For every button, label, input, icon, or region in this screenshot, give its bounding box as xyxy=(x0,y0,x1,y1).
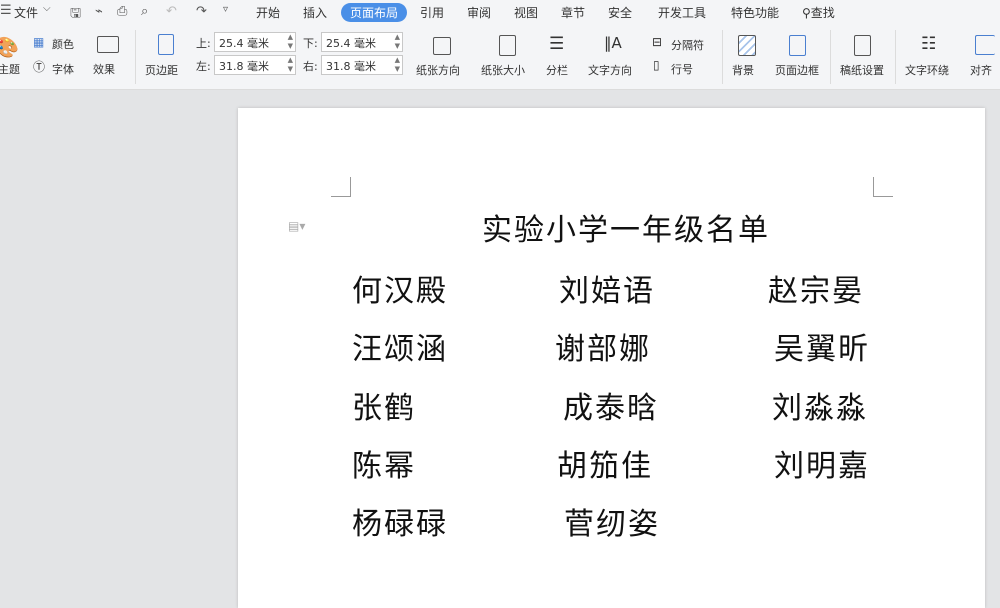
name: 谢部娜 xyxy=(555,332,651,367)
name: 吴翼昕 xyxy=(774,332,870,367)
menu-bar: ☰ 文件 ⌵ 🖫 ⌁ ⎙ ⌕ ↶ ↷ ▿ 开始 插入 页面布局 引用 审阅 视图… xyxy=(0,0,1000,24)
font-button[interactable]: 字体 xyxy=(52,61,74,77)
align-button[interactable]: 对齐 xyxy=(970,62,992,78)
paragraph-handle-icon[interactable]: ▤▾ xyxy=(288,219,305,233)
background-button[interactable]: 背景 xyxy=(732,62,754,78)
name: 张鹤 xyxy=(352,391,416,426)
paper-size-icon xyxy=(499,35,516,56)
breaks-icon: ⊟ xyxy=(652,35,663,49)
margin-mark xyxy=(331,177,351,197)
right-margin-label: 右: xyxy=(303,60,318,73)
redo-icon[interactable]: ↷ xyxy=(196,4,207,19)
menu-icon[interactable]: ☰ xyxy=(0,3,12,18)
divider xyxy=(722,30,723,84)
undo-icon[interactable]: ↶ xyxy=(166,4,177,19)
margin-mark xyxy=(873,177,893,197)
name: 刘淼淼 xyxy=(772,391,868,426)
line-numbers-button[interactable]: 行号 xyxy=(671,61,693,77)
page-border-icon xyxy=(789,35,806,56)
name: 胡笳佳 xyxy=(557,449,653,484)
paper-size-button[interactable]: 纸张大小 xyxy=(481,62,525,78)
tab-page-layout[interactable]: 页面布局 xyxy=(341,3,408,22)
theme-button[interactable]: 主题 xyxy=(0,61,20,77)
save-icon[interactable]: 🖫 xyxy=(70,4,81,26)
format-painter-icon[interactable]: ⌁ xyxy=(95,4,103,19)
tab-insert[interactable]: 插入 xyxy=(303,4,327,21)
right-margin-value: 31.8 毫米 xyxy=(326,60,376,73)
columns-button[interactable]: 分栏 xyxy=(546,62,568,78)
manuscript-icon xyxy=(854,35,871,56)
tab-section[interactable]: 章节 xyxy=(561,4,585,21)
name: 汪颂涵 xyxy=(352,332,448,367)
tab-home[interactable]: 开始 xyxy=(256,4,280,21)
columns-icon: ☰ xyxy=(549,34,565,54)
tab-special[interactable]: 特色功能 xyxy=(731,4,779,21)
page-border-button[interactable]: 页面边框 xyxy=(775,62,819,78)
top-margin-label: 上: xyxy=(196,37,211,50)
bottom-margin-value: 25.4 毫米 xyxy=(326,37,376,50)
tab-review[interactable]: 审阅 xyxy=(467,4,491,21)
left-margin-value: 31.8 毫米 xyxy=(219,60,269,73)
bottom-margin-input[interactable]: 25.4 毫米 ▲ ▼ xyxy=(321,32,403,52)
theme-icon[interactable]: 🎨 xyxy=(0,35,19,59)
breaks-button[interactable]: 分隔符 xyxy=(671,37,704,53)
name: 刘婄语 xyxy=(559,274,655,309)
color-icon: ▦ xyxy=(33,35,45,49)
effect-icon xyxy=(97,36,119,53)
name: 赵宗晏 xyxy=(768,274,864,309)
margins-icon xyxy=(158,34,174,55)
divider xyxy=(895,30,896,84)
divider xyxy=(830,30,831,84)
line-numbers-icon: ▯ xyxy=(653,58,660,72)
spinner[interactable]: ▲ ▼ xyxy=(395,33,400,51)
ribbon xyxy=(0,24,1000,90)
bottom-margin-label: 下: xyxy=(303,37,318,50)
name: 何汉殿 xyxy=(352,274,448,309)
align-icon xyxy=(975,35,995,55)
color-button[interactable]: 颜色 xyxy=(52,36,74,52)
effect-button[interactable]: 效果 xyxy=(93,61,115,77)
font-icon: Ⓣ xyxy=(33,60,46,74)
spinner[interactable]: ▲ ▼ xyxy=(288,56,293,74)
tab-security[interactable]: 安全 xyxy=(608,4,632,21)
spinner[interactable]: ▲ ▼ xyxy=(395,56,400,74)
spinner[interactable]: ▲ ▼ xyxy=(288,33,293,51)
chevron-down-icon[interactable]: ⌵ xyxy=(43,3,51,14)
file-menu[interactable]: 文件 xyxy=(14,4,38,21)
print-preview-icon[interactable]: ⌕ xyxy=(141,4,148,19)
name: 陈幂 xyxy=(352,449,416,484)
name: 成泰晗 xyxy=(563,391,659,426)
tab-view[interactable]: 视图 xyxy=(514,4,538,21)
name: 杨碌碌 xyxy=(352,507,448,542)
orientation-button[interactable]: 纸张方向 xyxy=(416,62,460,78)
tab-developer[interactable]: 开发工具 xyxy=(658,4,706,21)
margins-button[interactable]: 页边距 xyxy=(145,62,178,78)
divider xyxy=(135,30,136,84)
right-margin-input[interactable]: 31.8 毫米 ▲ ▼ xyxy=(321,55,403,75)
print-icon[interactable]: ⎙ xyxy=(117,4,127,19)
background-icon xyxy=(738,35,756,56)
top-margin-value: 25.4 毫米 xyxy=(219,37,269,50)
left-margin-label: 左: xyxy=(196,60,211,73)
orientation-icon xyxy=(433,37,451,55)
manuscript-button[interactable]: 稿纸设置 xyxy=(840,62,884,78)
text-direction-icon: ‖A xyxy=(604,34,622,52)
top-margin-input[interactable]: 25.4 毫米 ▲ ▼ xyxy=(214,32,296,52)
text-direction-button[interactable]: 文字方向 xyxy=(588,62,632,78)
search-icon: ⚲ xyxy=(802,6,811,20)
text-wrap-icon: ☷ xyxy=(921,34,937,54)
document-title: 实验小学一年级名单 xyxy=(482,213,770,248)
name: 菅纫姿 xyxy=(564,507,660,542)
name: 刘明嘉 xyxy=(774,449,870,484)
text-wrap-button[interactable]: 文字环绕 xyxy=(905,62,949,78)
customize-icon[interactable]: ▿ xyxy=(223,4,228,15)
left-margin-input[interactable]: 31.8 毫米 ▲ ▼ xyxy=(214,55,296,75)
search-button[interactable]: ⚲查找 xyxy=(802,4,835,21)
tab-references[interactable]: 引用 xyxy=(420,4,444,21)
